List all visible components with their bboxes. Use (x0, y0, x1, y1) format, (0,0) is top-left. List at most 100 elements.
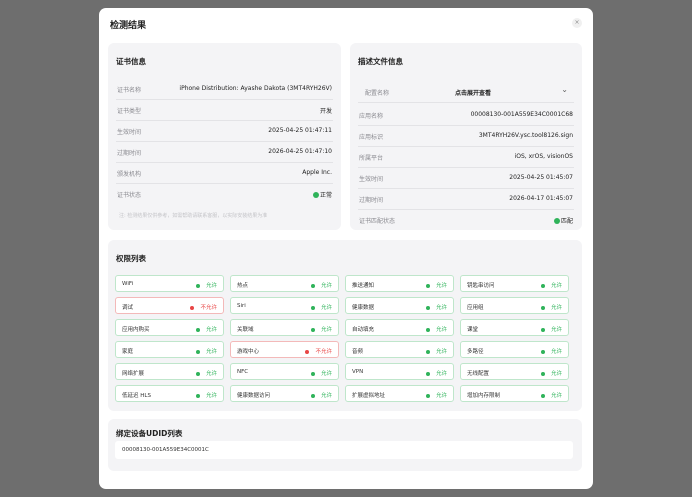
permission-status: 不允许 (305, 347, 332, 355)
permission-status: 允许 (195, 281, 217, 289)
status-ok-icon (195, 350, 200, 354)
permission-name: 音频 (352, 349, 364, 355)
permission-status: 允许 (310, 303, 332, 311)
permission-status-text: 允许 (550, 349, 562, 355)
prof-row: 应用标识 3MT4RYH26V.ysc.tool8126.sign (358, 126, 574, 147)
prof-row-value: 2026-04-17 01:45:07 (509, 195, 573, 202)
permission-item: WiFi 允许 (115, 275, 224, 292)
status-ok-icon (425, 372, 430, 376)
cert-row-value: 2026-04-25 01:47:10 (268, 148, 332, 155)
permission-name: 应用组 (467, 305, 484, 311)
permission-status-text: 允许 (205, 327, 217, 333)
permission-name: 多路径 (467, 349, 484, 355)
permission-status: 不允许 (190, 303, 217, 311)
permission-status: 允许 (310, 369, 332, 377)
status-ok-icon (312, 192, 319, 198)
prof-row-key: 应用名称 (359, 113, 384, 120)
permission-status-text: 允许 (550, 393, 562, 399)
permission-name: 健康数据访问 (237, 393, 271, 399)
cert-row: 证书状态 正常 (116, 184, 333, 205)
permission-item: 网络扩展 允许 (115, 363, 224, 380)
prof-row-key: 生效时间 (359, 176, 384, 183)
permission-item: 调试 不允许 (115, 297, 224, 314)
prof-row: 过期时间 2026-04-17 01:45:07 (358, 189, 574, 210)
permission-status: 允许 (540, 391, 562, 399)
certificate-note: 注: 检测结果仅供参考，如需帮助请联系客服，以实际安装结果为准 (119, 213, 268, 219)
permission-name: 自动填充 (352, 327, 375, 333)
permission-status: 允许 (425, 347, 447, 355)
status-text: 匹配 (560, 218, 573, 225)
permission-name: 关联域 (237, 327, 254, 333)
prof-row-value: 3MT4RYH26V.ysc.tool8126.sign (478, 132, 573, 139)
permission-name: 调试 (122, 305, 134, 311)
permissions-card: 权限列表 WiFi 允许 热点 允许 推送通知 允许 钥匙串访问 允许 调试 不允许 Siri 允许健… (108, 240, 582, 411)
cert-row: 颁发机构 Apple Inc. (116, 163, 333, 184)
cert-row-key: 证书类型 (117, 108, 142, 115)
permission-name: VPN (352, 369, 364, 375)
permission-status-text: 允许 (320, 327, 332, 333)
prof-row-key: 所属平台 (359, 155, 384, 162)
cert-row: 生效时间 2025-04-25 01:47:11 (116, 121, 333, 142)
prof-row-key: 证书匹配状态 (359, 218, 396, 225)
permission-name: 低延迟 HLS (122, 393, 151, 399)
prof-row-value: 匹配 (553, 216, 573, 225)
prof-row-value: 2025-04-25 01:45:07 (509, 174, 573, 181)
status-text: 正常 (319, 192, 332, 199)
permission-item: 推送通知 允许 (345, 275, 454, 292)
permission-status-text: 允许 (205, 393, 217, 399)
cert-row: 过期时间 2026-04-25 01:47:10 (116, 142, 333, 163)
status-ok-icon (195, 372, 200, 376)
permission-status: 允许 (540, 281, 562, 289)
status-ok-icon (425, 306, 430, 310)
permission-status-text: 允许 (320, 393, 332, 399)
cert-row-key: 证书状态 (117, 192, 142, 199)
cert-row-value: 正常 (312, 190, 332, 199)
permission-status-text: 不允许 (200, 305, 217, 311)
status-ok-icon (310, 306, 315, 310)
cert-row: 证书类型 开发 (116, 100, 333, 121)
permission-name: 游戏中心 (237, 349, 260, 355)
status-ok-icon (425, 284, 430, 288)
permission-status: 允许 (195, 325, 217, 333)
permissions-grid: WiFi 允许 热点 允许 推送通知 允许 钥匙串访问 允许 调试 不允许 Siri 允许 健康数据 允许… (115, 275, 575, 405)
permission-item: 游戏中心 不允许 (230, 341, 339, 358)
cert-row-value: 开发 (319, 108, 332, 115)
permission-status: 允许 (310, 391, 332, 399)
result-modal: 检测结果 × 证书信息 证书名称 iPhone Distribution: Aya… (99, 8, 593, 489)
permission-name: 网络扩展 (122, 371, 145, 377)
prof-row-key: 过期时间 (359, 197, 384, 204)
profile-config-select[interactable]: 配置名称 点击展开查看 ⌄ (358, 79, 574, 103)
permission-status-text: 允许 (435, 393, 447, 399)
permission-status-text: 允许 (435, 305, 447, 311)
permission-status: 允许 (195, 391, 217, 399)
prof-row-key: 应用标识 (359, 134, 384, 141)
permission-name: 增加内存限制 (467, 393, 501, 399)
permission-status-text: 允许 (320, 305, 332, 311)
profile-title: 描述文件信息 (358, 57, 403, 66)
close-icon[interactable]: × (572, 18, 582, 28)
permission-name: NFC (237, 369, 249, 375)
permission-item: NFC 允许 (230, 363, 339, 380)
permission-status-text: 允许 (205, 283, 217, 289)
status-ok-icon (310, 394, 315, 398)
udid-card: 绑定设备UDID列表 00008130-001A559E34C0001C (108, 419, 582, 471)
permission-name: Siri (237, 303, 246, 309)
permission-item: 应用内购买 允许 (115, 319, 224, 336)
cert-row-value: Apple Inc. (302, 169, 332, 176)
status-ok-icon (540, 372, 545, 376)
cert-row-key: 生效时间 (117, 129, 142, 136)
permission-status-text: 允许 (205, 349, 217, 355)
permission-status: 允许 (540, 369, 562, 377)
permission-status-text: 允许 (550, 283, 562, 289)
permission-name: 无线配置 (467, 371, 490, 377)
udid-value: 00008130-001A559E34C0001C (122, 447, 209, 453)
status-denied-icon (305, 350, 310, 354)
permission-name: 扩展虚拟地址 (352, 393, 386, 399)
status-denied-icon (190, 306, 195, 310)
prof-row: 所属平台 iOS, xrOS, visionOS (358, 147, 574, 168)
status-ok-icon (540, 284, 545, 288)
permission-item: 健康数据访问 允许 (230, 385, 339, 402)
permission-item: Siri 允许 (230, 297, 339, 314)
permission-status-text: 允许 (550, 371, 562, 377)
select-label: 配置名称 (365, 90, 390, 97)
